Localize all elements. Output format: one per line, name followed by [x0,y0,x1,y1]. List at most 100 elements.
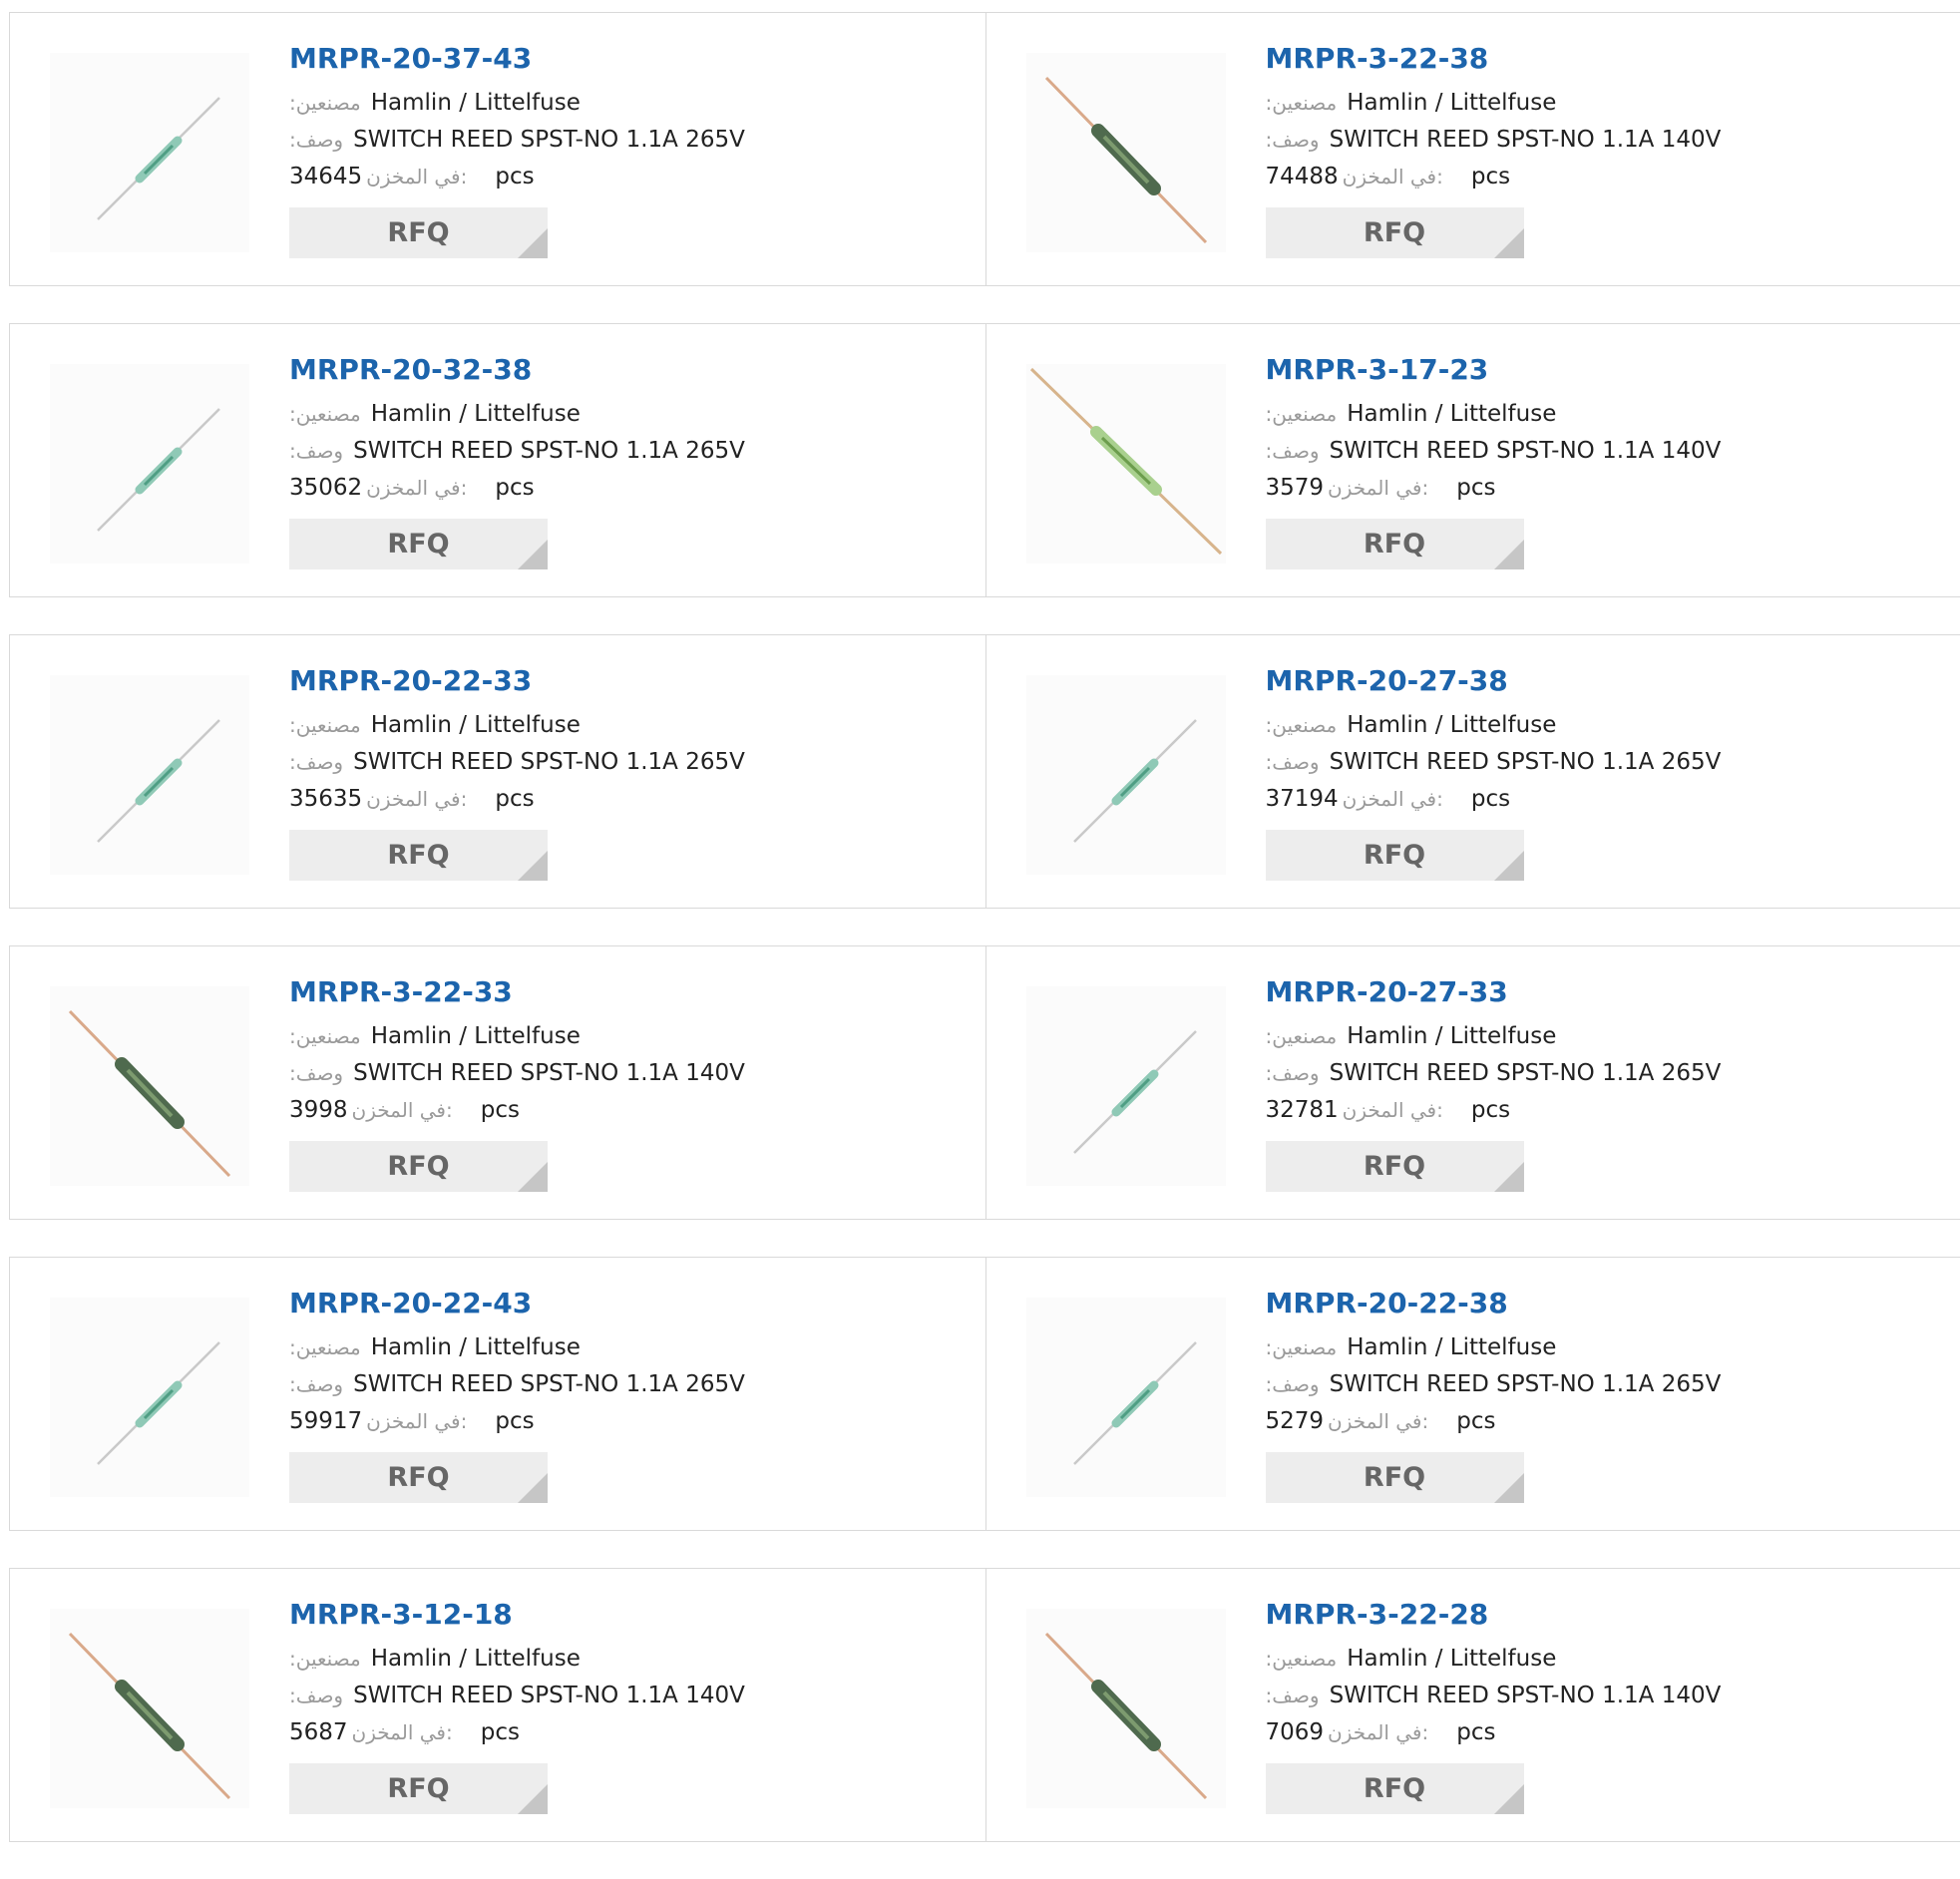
reed-switch-small-icon[interactable] [50,1298,249,1497]
stock-line: 5687في المخزن:pcs [289,1714,948,1751]
manufacturer-value: Hamlin / Littelfuse [1347,1334,1556,1360]
reed-switch-large-icon[interactable] [50,986,249,1186]
rfq-corner-decoration [518,1473,548,1503]
manufacturer-label: :مصنعين [289,1024,361,1048]
product-info: MRPR-20-22-33 :مصنعينHamlin / Littelfuse… [289,665,948,881]
product-title-link[interactable]: MRPR-3-22-33 [289,976,513,1008]
product-info: MRPR-3-12-18 :مصنعينHamlin / Littelfuse … [289,1599,948,1814]
manufacturer-value: Hamlin / Littelfuse [371,1646,581,1672]
product-title-link[interactable]: MRPR-3-22-28 [1266,1599,1489,1631]
rfq-button[interactable]: RFQ [1266,830,1524,881]
description-label: :وصف [289,1684,343,1707]
product-title-link[interactable]: MRPR-3-17-23 [1266,354,1489,386]
description-value: SWITCH REED SPST-NO 1.1A 140V [1330,438,1722,464]
stock-value: 3998 [289,1097,348,1123]
reed-switch-small-icon[interactable] [1026,675,1226,875]
manufacturer-label: :مصنعين [289,1335,361,1359]
reed-switch-small-icon[interactable] [50,675,249,875]
reed-switch-large-icon[interactable] [50,1609,249,1808]
product-card: MRPR-20-22-33 :مصنعينHamlin / Littelfuse… [10,635,985,908]
product-info: MRPR-20-22-43 :مصنعينHamlin / Littelfuse… [289,1288,948,1503]
description-value: SWITCH REED SPST-NO 1.1A 265V [1330,1371,1722,1397]
rfq-button[interactable]: RFQ [289,207,548,258]
rfq-label: RFQ [1364,529,1425,560]
rfq-button[interactable]: RFQ [1266,1763,1524,1814]
stock-line: 35062في المخزن:pcs [289,470,948,507]
rfq-button[interactable]: RFQ [289,1141,548,1192]
rfq-label: RFQ [387,1773,449,1804]
rfq-label: RFQ [387,840,449,871]
product-row: MRPR-20-37-43 :مصنعينHamlin / Littelfuse… [9,12,1960,286]
rfq-button[interactable]: RFQ [1266,1141,1524,1192]
reed-switch-small-icon[interactable] [1026,986,1226,1186]
description-line: :وصف SWITCH REED SPST-NO 1.1A 265V [1266,1055,1924,1092]
rfq-button[interactable]: RFQ [289,1452,548,1503]
reed-switch-long-green-icon[interactable] [1026,364,1226,564]
stock-label: في المخزن: [352,1720,453,1744]
product-row: MRPR-3-12-18 :مصنعينHamlin / Littelfuse … [9,1568,1960,1842]
description-label: :وصف [1266,1684,1320,1707]
stock-label: في المخزن: [1328,476,1428,500]
product-title-link[interactable]: MRPR-20-27-33 [1266,976,1508,1008]
description-value: SWITCH REED SPST-NO 1.1A 265V [1330,1060,1722,1086]
product-title-link[interactable]: MRPR-20-22-38 [1266,1288,1508,1319]
rfq-corner-decoration [518,851,548,881]
rfq-button[interactable]: RFQ [289,519,548,569]
stock-line: 3579في المخزن: pcs [1266,470,1924,507]
description-value: SWITCH REED SPST-NO 1.1A 265V [353,1371,745,1397]
stock-unit: pcs [1471,1097,1510,1123]
description-label: :وصف [289,128,343,152]
rfq-button[interactable]: RFQ [1266,1452,1524,1503]
reed-switch-large-icon[interactable] [1026,1609,1226,1808]
rfq-corner-decoration [518,228,548,258]
product-title-link[interactable]: MRPR-3-22-38 [1266,43,1489,75]
rfq-button[interactable]: RFQ [289,830,548,881]
description-label: :وصف [289,439,343,463]
description-line: :وصفSWITCH REED SPST-NO 1.1A 265V [289,744,948,781]
reed-switch-small-icon[interactable] [50,364,249,564]
stock-unit: pcs [481,1097,520,1123]
product-title-link[interactable]: MRPR-20-22-43 [289,1288,532,1319]
description-label: :وصف [289,1061,343,1085]
stock-line: 32781في المخزن:pcs [1266,1092,1924,1129]
product-title-link[interactable]: MRPR-20-37-43 [289,43,532,75]
product-title-link[interactable]: MRPR-3-12-18 [289,1599,513,1631]
stock-unit: pcs [1471,786,1510,812]
rfq-label: RFQ [1364,217,1425,248]
stock-label: في المخزن: [366,165,467,188]
manufacturer-label: :مصنعين [1266,1647,1338,1671]
description-label: :وصف [1266,1061,1320,1085]
description-line: :وصفSWITCH REED SPST-NO 1.1A 265V [289,1366,948,1403]
stock-label: في المخزن: [366,1409,467,1433]
product-card: MRPR-20-27-33 :مصنعينHamlin / Littelfuse… [985,946,1960,1219]
description-value: SWITCH REED SPST-NO 1.1A 265V [353,127,745,153]
manufacturer-value: Hamlin / Littelfuse [371,712,581,738]
product-title-link[interactable]: MRPR-20-27-38 [1266,665,1508,697]
description-line: :وصفSWITCH REED SPST-NO 1.1A 265V [1266,744,1924,781]
stock-label: في المخزن: [1328,1720,1428,1744]
rfq-button[interactable]: RFQ [289,1763,548,1814]
product-info: MRPR-3-22-28 :مصنعينHamlin / Littelfuse … [1266,1599,1924,1814]
rfq-button[interactable]: RFQ [1266,519,1524,569]
manufacturer-value: Hamlin / Littelfuse [1347,712,1556,738]
manufacturer-line: :مصنعينHamlin / Littelfuse [1266,707,1924,744]
reed-switch-large-icon[interactable] [1026,53,1226,252]
manufacturer-value: Hamlin / Littelfuse [371,401,581,427]
stock-unit: pcs [1456,475,1495,501]
rfq-button[interactable]: RFQ [1266,207,1524,258]
product-title-link[interactable]: MRPR-20-32-38 [289,354,532,386]
manufacturer-line: :مصنعينHamlin / Littelfuse [1266,1329,1924,1366]
manufacturer-label: :مصنعين [289,91,361,115]
stock-value: 3579 [1266,475,1325,501]
reed-switch-small-icon[interactable] [1026,1298,1226,1497]
rfq-corner-decoration [518,1162,548,1192]
description-label: :وصف [1266,439,1320,463]
rfq-corner-decoration [1494,1162,1524,1192]
stock-line: 74488في المخزن:pcs [1266,159,1924,195]
stock-value: 7069 [1266,1719,1325,1745]
product-card: MRPR-3-22-33 :مصنعينHamlin / Littelfuse … [10,946,985,1219]
reed-switch-small-icon[interactable] [50,53,249,252]
manufacturer-label: :مصنعين [1266,1024,1338,1048]
product-info: MRPR-3-17-23 :مصنعينHamlin / Littelfuse … [1266,354,1924,569]
product-title-link[interactable]: MRPR-20-22-33 [289,665,532,697]
